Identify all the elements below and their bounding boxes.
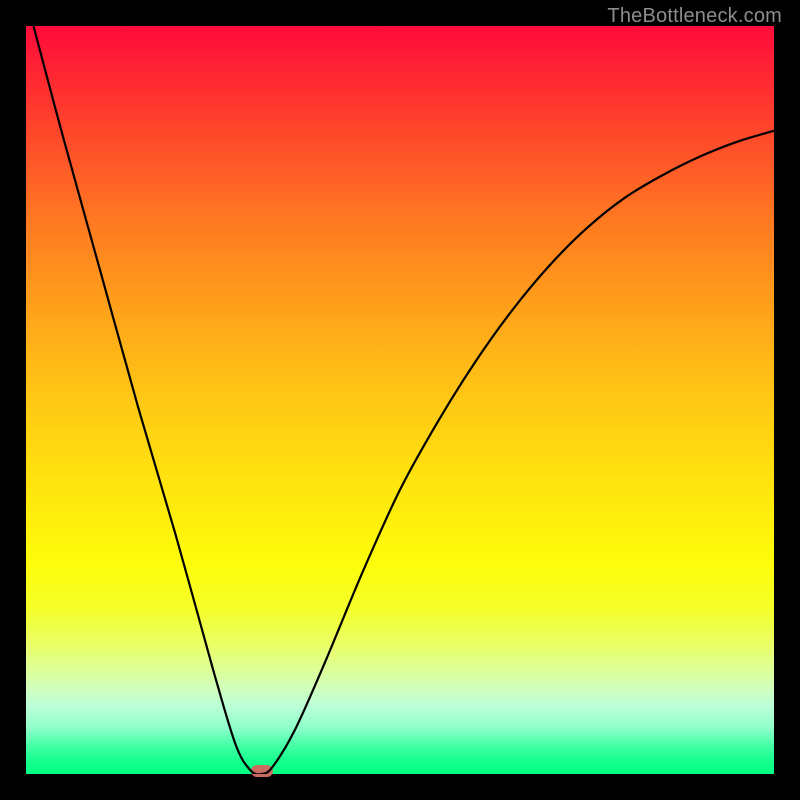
chart-frame: TheBottleneck.com — [0, 0, 800, 800]
bottleneck-curve-path — [33, 26, 774, 774]
watermark-text: TheBottleneck.com — [607, 5, 782, 28]
curve-layer — [26, 26, 774, 774]
